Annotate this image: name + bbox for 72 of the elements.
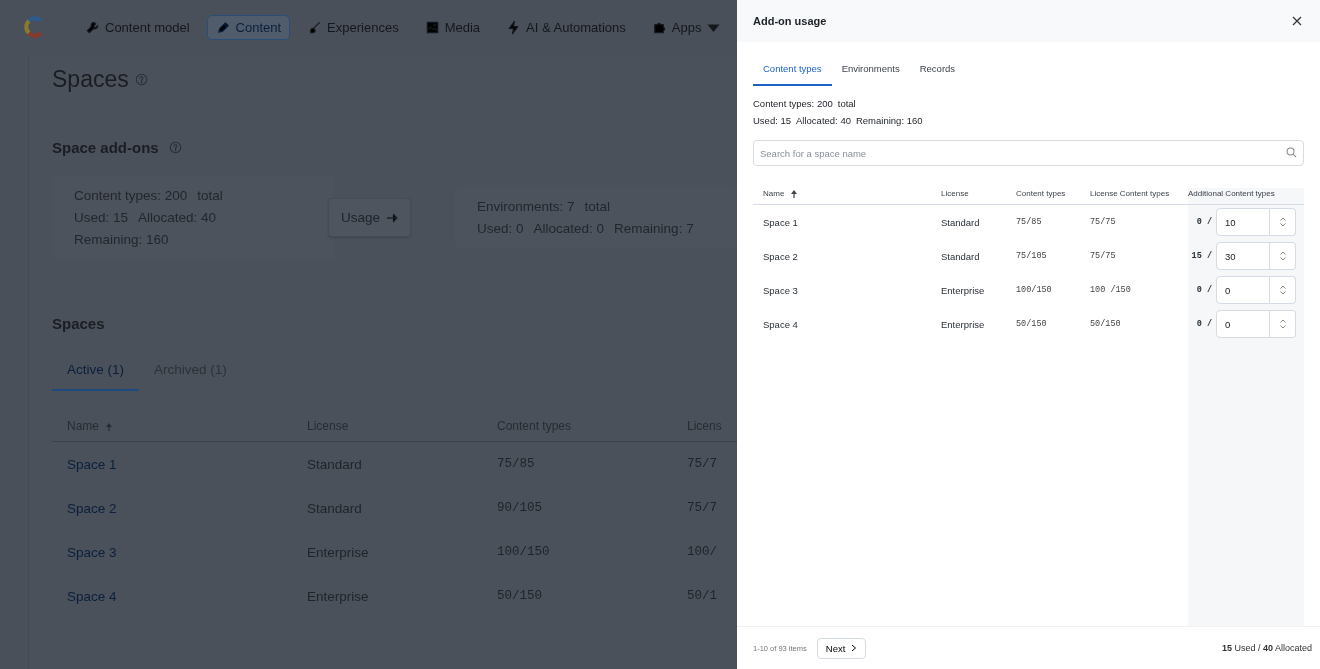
table-cell-text: 100 /150 bbox=[1089, 284, 1132, 297]
stepper-button[interactable] bbox=[1270, 310, 1296, 338]
stepper-icon bbox=[1278, 217, 1287, 227]
allocation-total: 15 Used / 40 Allocated bbox=[1221, 643, 1312, 653]
stepper-button[interactable] bbox=[1270, 208, 1296, 236]
summary-text: Remaining: 160 bbox=[855, 115, 923, 126]
column-header[interactable]: Name bbox=[753, 181, 931, 205]
nav-item[interactable]: AI & Automations bbox=[497, 14, 635, 40]
table-cell-text: Standard bbox=[940, 249, 981, 264]
summary-text: Content types: 200 bbox=[753, 98, 833, 109]
summary-text: Allocated: 40 bbox=[796, 115, 851, 126]
column-header: License bbox=[931, 181, 1006, 205]
summary-text: Used: 15 bbox=[753, 115, 792, 126]
search-icon bbox=[1286, 147, 1297, 158]
chevron-icon bbox=[851, 644, 858, 652]
space-link[interactable]: Space 1 bbox=[67, 456, 117, 472]
table-cell: 75/85 bbox=[1006, 204, 1080, 239]
nav-item[interactable]: Content model bbox=[76, 14, 199, 40]
stepper-button[interactable] bbox=[1270, 242, 1296, 270]
table-cell-text: 100/150 bbox=[1015, 284, 1053, 297]
used-count: 0 / bbox=[1196, 319, 1212, 329]
pen-icon bbox=[215, 19, 231, 35]
close-icon bbox=[1292, 16, 1302, 26]
table-cell-text: Enterprise bbox=[940, 317, 986, 332]
used-count: 0 / bbox=[1196, 285, 1212, 295]
drawer-title: Add-on usage bbox=[753, 15, 827, 27]
table-cell-text: Space 2 bbox=[762, 249, 799, 264]
nav-item[interactable]: Content bbox=[206, 14, 291, 40]
arrow-icon bbox=[386, 211, 398, 224]
tab[interactable]: Records bbox=[909, 54, 966, 86]
used-count: 15 / bbox=[1191, 251, 1212, 261]
next-button[interactable]: Next bbox=[816, 637, 867, 659]
table-cell-text: 50/150 bbox=[1089, 318, 1122, 331]
space-link[interactable]: Space 3 bbox=[67, 544, 117, 560]
help-icon[interactable] bbox=[134, 73, 148, 86]
tab[interactable]: Environments bbox=[831, 54, 910, 86]
table-cell-text: Enterprise bbox=[940, 283, 986, 298]
sort-icon[interactable] bbox=[790, 189, 799, 198]
column-header: Additional Content types bbox=[1178, 181, 1304, 205]
stepper-icon bbox=[1278, 285, 1287, 295]
stepper-icon bbox=[1278, 319, 1287, 329]
column-header: License Content types bbox=[1080, 181, 1178, 205]
number-field[interactable]: 30 bbox=[1216, 242, 1270, 270]
table-cell-text: 75/75 bbox=[1089, 250, 1117, 263]
number-field[interactable]: 0 bbox=[1216, 310, 1270, 338]
brush-icon bbox=[307, 19, 323, 35]
tab[interactable]: Active (1) bbox=[52, 352, 139, 391]
stepper-icon bbox=[1278, 251, 1287, 261]
table-cell: Standard bbox=[931, 204, 1006, 239]
summary-text: total bbox=[837, 98, 856, 109]
table-cell-text: 50/150 bbox=[1015, 318, 1048, 331]
column-header: Content types bbox=[1006, 181, 1080, 205]
tab[interactable]: Content types bbox=[753, 54, 832, 86]
image-icon bbox=[424, 19, 440, 35]
table-cell: Space 1 bbox=[753, 204, 931, 239]
nav-item[interactable]: Experiences bbox=[298, 14, 408, 40]
table-cell-text: Space 3 bbox=[762, 283, 799, 298]
stepper-button[interactable] bbox=[1270, 276, 1296, 304]
space-link[interactable]: Space 4 bbox=[67, 588, 117, 604]
space-link[interactable]: Space 2 bbox=[67, 500, 117, 516]
wrench-icon bbox=[85, 19, 100, 35]
help-icon[interactable] bbox=[168, 141, 182, 154]
table-cell: 75/75 bbox=[1080, 204, 1178, 239]
number-field[interactable]: 0 bbox=[1216, 276, 1270, 304]
table-cell-text: Space 4 bbox=[762, 317, 799, 332]
number-field[interactable]: 10 bbox=[1216, 208, 1270, 236]
nav-item[interactable]: Media bbox=[415, 14, 490, 40]
search-field[interactable]: Search for a space name bbox=[753, 140, 1304, 166]
close-button[interactable] bbox=[1290, 14, 1304, 28]
table-cell-text: 75/105 bbox=[1015, 250, 1048, 263]
used-count: 0 / bbox=[1196, 217, 1212, 227]
nav-item[interactable]: Apps bbox=[642, 14, 731, 40]
